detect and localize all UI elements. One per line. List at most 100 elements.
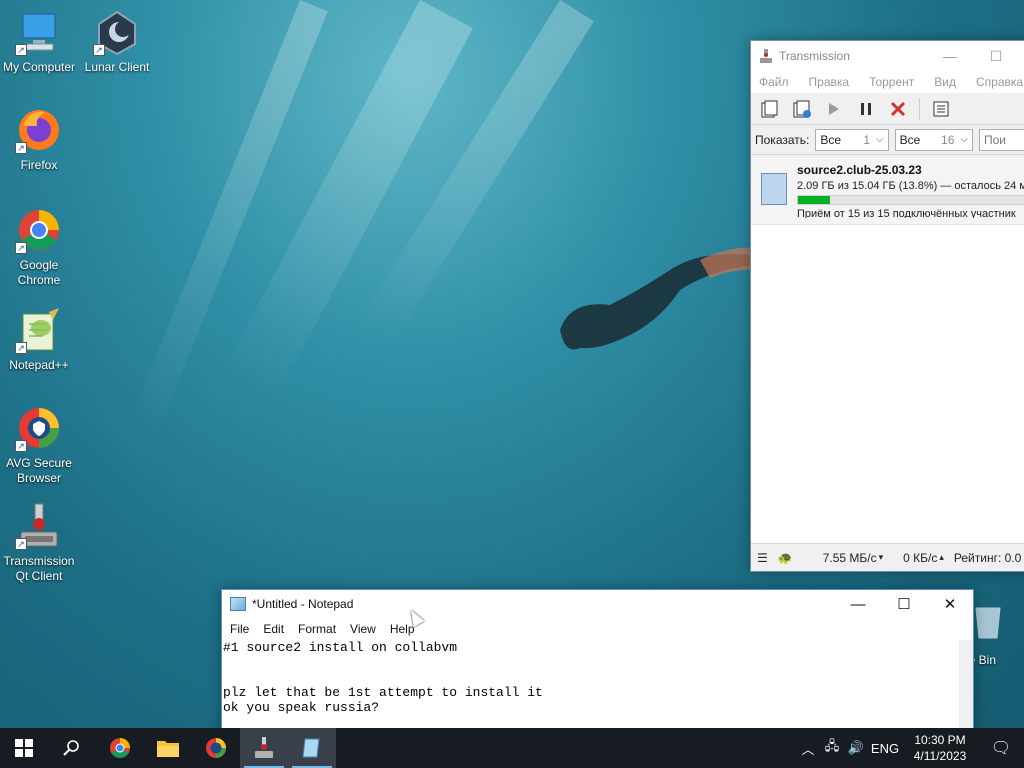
properties-icon (933, 101, 949, 116)
language-indicator[interactable]: ENG (868, 728, 902, 768)
tracker-filter-count: 16 (941, 132, 955, 147)
desktop-icon-label: Notepad++ (9, 358, 69, 372)
turtle-icon[interactable]: 🐢 (778, 551, 793, 565)
diver-silhouette (560, 247, 760, 350)
transmission-icon: ↗ (15, 502, 63, 550)
desktop-icon-label: My Computer (2, 60, 76, 74)
shortcut-arrow-icon: ↗ (93, 44, 105, 56)
windows-logo-icon (15, 739, 33, 757)
chevron-up-icon[interactable]: ︿ (796, 728, 820, 768)
progress-fill (798, 196, 831, 204)
minimize-button[interactable]: — (835, 590, 881, 618)
transmission-app-icon (760, 49, 772, 63)
network-icon[interactable]: 🖧 (820, 728, 844, 768)
menu-torrent[interactable]: Торрент (869, 75, 914, 89)
torrent-name: source2.club-25.03.23 (797, 163, 922, 177)
menu-bar: Файл Правка Торрент Вид Справка (751, 71, 1024, 93)
upload-arrow-icon: ▴ (939, 552, 944, 562)
play-icon (829, 102, 839, 115)
open-torrent-button[interactable] (757, 96, 783, 122)
desktop-icon-label: Transmission Qt Client (3, 554, 75, 583)
clock-time: 10:30 PM (914, 733, 966, 747)
taskbar-file-explorer[interactable] (144, 728, 192, 768)
remove-x-icon (890, 101, 906, 116)
add-url-button[interactable] (789, 96, 815, 122)
desktop-icon-label: Firefox (20, 158, 58, 172)
filter-bar: Показать: Все 1 ⌵ Все 16 ⌵ (751, 125, 1024, 155)
torrent-progress-text: 2.09 ГБ из 15.04 ГБ (13.8%) — осталось 2… (797, 180, 1024, 192)
status-filter-combo[interactable]: Все 1 ⌵ (815, 128, 889, 151)
show-label: Показать: (755, 132, 810, 147)
add-url-icon (793, 100, 811, 118)
firefox-icon: ↗ (15, 106, 63, 154)
shortcut-arrow-icon: ↗ (15, 342, 27, 354)
menu-view[interactable]: View (350, 622, 376, 636)
clock-date: 4/11/2023 (913, 749, 967, 763)
folder-icon (157, 741, 179, 757)
tracker-filter-value: Все (899, 132, 921, 147)
notepad-app-icon (230, 597, 246, 611)
menu-edit[interactable]: Edit (263, 622, 284, 636)
pause-button[interactable] (853, 96, 879, 122)
desktop-icon-transmission[interactable]: ↗ Transmission Qt Client (0, 502, 78, 584)
desktop-icon-firefox[interactable]: ↗ Firefox (0, 106, 78, 173)
avg-browser-icon: ↗ (15, 404, 63, 452)
shortcut-arrow-icon: ↗ (15, 242, 27, 254)
taskbar-transmission[interactable] (240, 728, 288, 768)
desktop-icon-lunar-client[interactable]: ↗ Lunar Client (78, 8, 156, 75)
torrent-status-text: Приём от 15 из 15 подключённых участник (797, 208, 1016, 218)
shortcut-arrow-icon: ↗ (15, 44, 27, 56)
desktop-icon-my-computer[interactable]: ↗ My Computer (0, 8, 78, 75)
notepad-icon (302, 738, 320, 758)
chrome-icon (110, 738, 130, 758)
minimize-button[interactable]: — (927, 41, 973, 71)
properties-button[interactable] (928, 96, 954, 122)
text-editor[interactable]: #1 source2 install on collabvm plz let t… (222, 640, 973, 715)
menu-help[interactable]: Справка (976, 75, 1023, 89)
close-button[interactable]: ✕ (927, 590, 973, 618)
search-icon (63, 740, 79, 756)
status-filter-value: Все (820, 132, 842, 147)
search-input[interactable] (979, 128, 1024, 151)
vertical-scrollbar[interactable] (959, 640, 973, 738)
menu-file[interactable]: File (230, 622, 249, 636)
ratio-text: Рейтинг: 0.0 (953, 550, 1022, 565)
shortcut-arrow-icon: ↗ (15, 538, 27, 550)
menu-view[interactable]: Вид (934, 75, 956, 89)
desktop-icon-chrome[interactable]: ↗ Google Chrome (0, 206, 78, 288)
lunar-client-icon: ↗ (93, 8, 141, 56)
desktop-icon-notepadpp[interactable]: ↗ Notepad++ (0, 306, 78, 373)
shortcut-arrow-icon: ↗ (15, 142, 27, 154)
clock[interactable]: 10:30 PM 4/11/2023 (902, 732, 978, 764)
taskbar-avg-browser[interactable] (192, 728, 240, 768)
status-bar: ☰ 🐢 7.55 МБ/с ▾ 0 КБ/с ▴ Рейтинг: 0.0 (751, 543, 1024, 571)
status-filter-count: 1 (863, 132, 871, 147)
menu-hamburger-icon[interactable]: ☰ (757, 551, 768, 565)
tracker-filter-combo[interactable]: Все 16 ⌵ (894, 128, 973, 151)
notification-center-icon[interactable]: 🗨 (978, 728, 1024, 768)
maximize-button[interactable]: ☐ (881, 590, 927, 618)
torrent-row[interactable]: source2.club-25.03.23 2.09 ГБ из 15.04 Г… (751, 155, 1024, 225)
menu-edit[interactable]: Правка (809, 75, 850, 89)
notepad-window: *Untitled - Notepad — ☐ ✕ File Edit Form… (221, 589, 974, 739)
transmission-icon (255, 737, 273, 758)
desktop-icon-label: Lunar Client (84, 60, 150, 74)
open-torrent-icon (761, 100, 778, 117)
file-icon (761, 173, 787, 205)
maximize-button[interactable]: ☐ (973, 41, 1019, 71)
notepadpp-icon: ↗ (15, 306, 63, 354)
menu-help[interactable]: Help (390, 622, 415, 636)
window-title: Transmission (779, 49, 850, 63)
desktop-icon-avg-browser[interactable]: ↗ AVG Secure Browser (0, 404, 78, 486)
taskbar-chrome[interactable] (96, 728, 144, 768)
start-button[interactable] (0, 728, 48, 768)
taskbar-notepad[interactable] (288, 728, 336, 768)
menu-file[interactable]: Файл (759, 75, 789, 89)
search-button[interactable] (48, 728, 96, 768)
remove-button[interactable] (885, 96, 911, 122)
pause-icon (861, 102, 871, 115)
menu-format[interactable]: Format (298, 622, 336, 636)
volume-icon[interactable]: 🔊 (844, 728, 868, 768)
system-tray: ︿ 🖧 🔊 ENG 10:30 PM 4/11/2023 🗨 (796, 728, 1024, 768)
start-button[interactable] (821, 96, 847, 122)
